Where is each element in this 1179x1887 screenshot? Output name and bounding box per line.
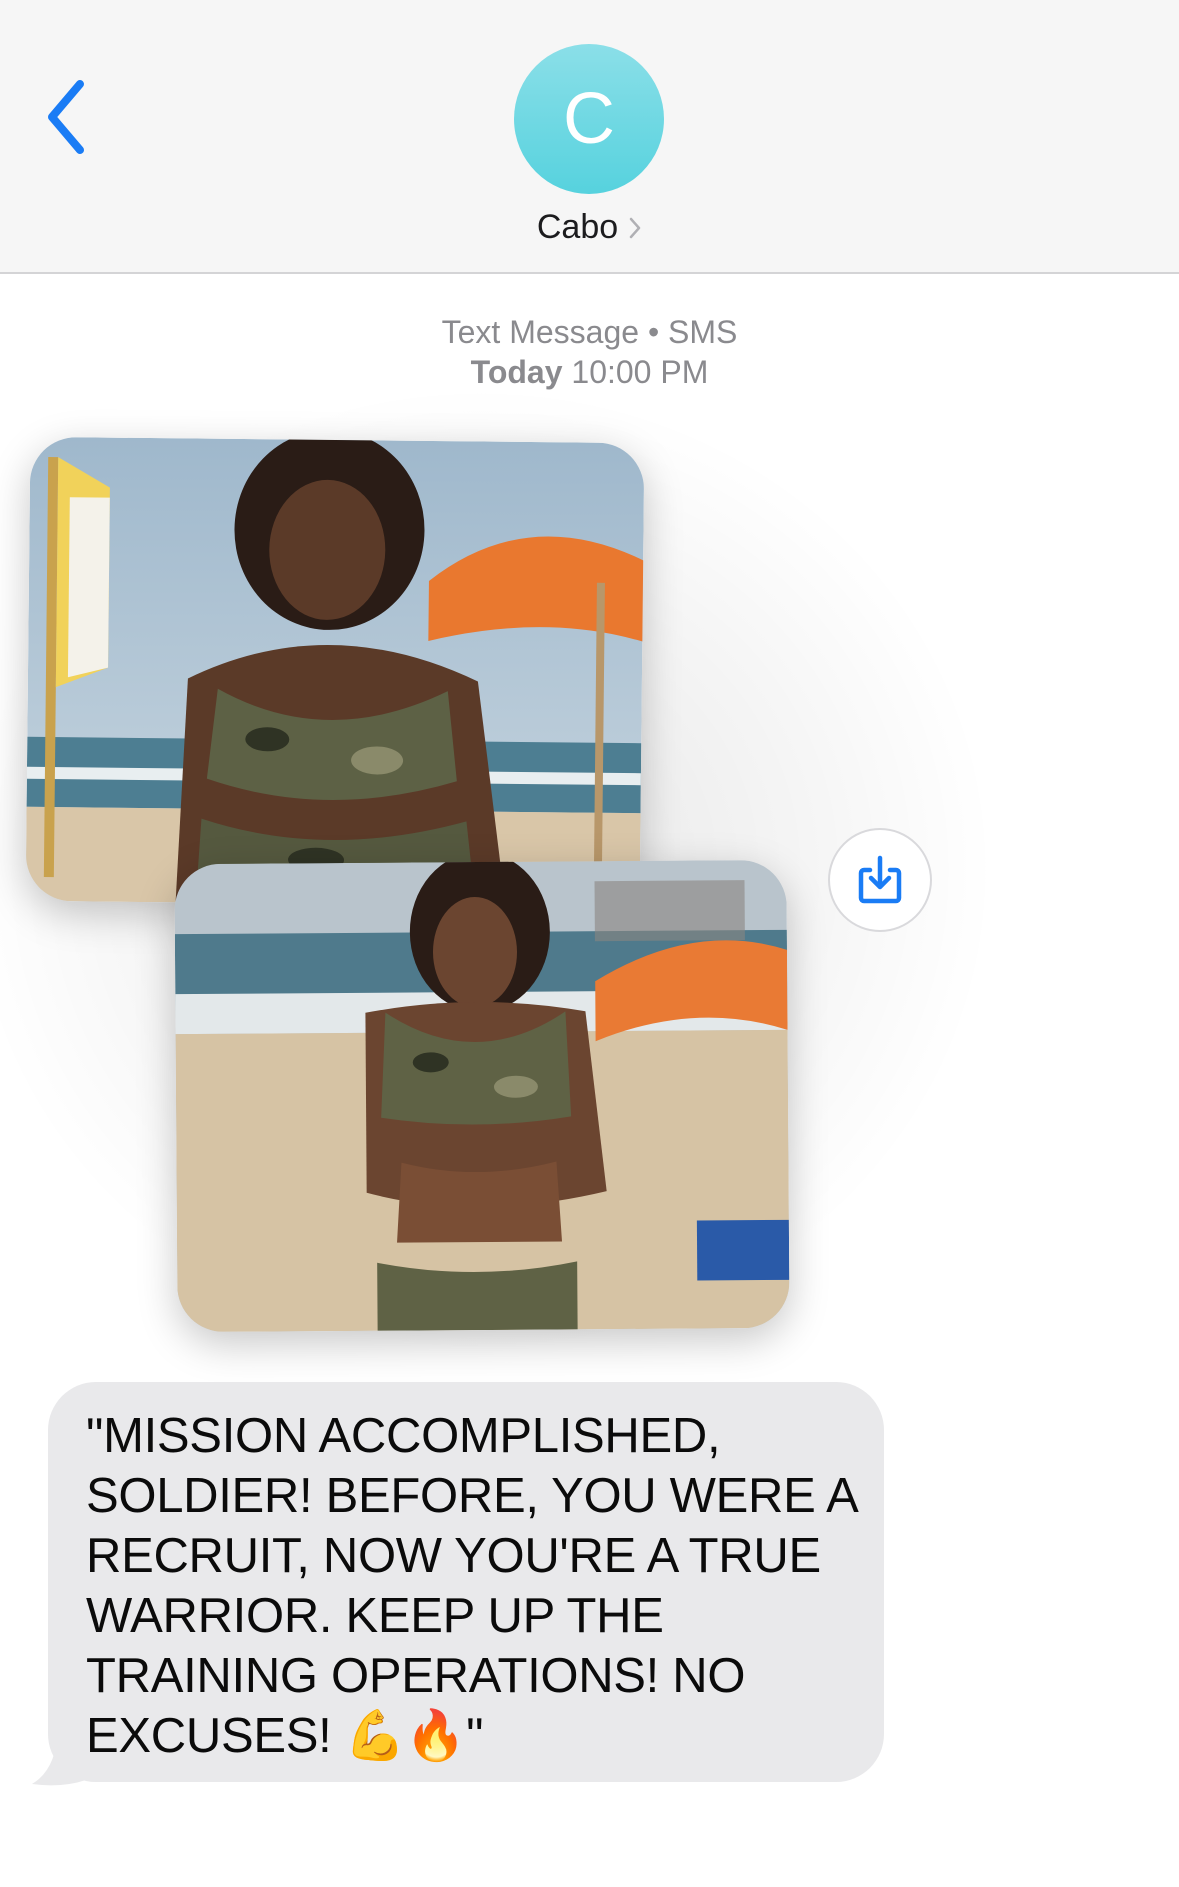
service-label: Text Message • SMS bbox=[441, 314, 738, 350]
avatar-initial: C bbox=[563, 79, 615, 159]
chevron-left-icon bbox=[48, 80, 84, 154]
bubble-tail bbox=[32, 1730, 86, 1786]
contact-avatar[interactable]: C bbox=[514, 44, 664, 194]
photo-after[interactable] bbox=[174, 859, 790, 1333]
contact-name-button[interactable]: Cabo bbox=[0, 208, 1179, 247]
message-text: "MISSION ACCOMPLISHED, SOLDIER! BEFORE, … bbox=[86, 1409, 856, 1763]
conversation-header: C Cabo bbox=[0, 0, 1179, 274]
contact-name: Cabo bbox=[536, 208, 619, 246]
save-button[interactable] bbox=[828, 828, 932, 932]
photo-before[interactable] bbox=[25, 436, 645, 908]
back-button[interactable] bbox=[40, 72, 100, 162]
save-download-icon bbox=[858, 855, 902, 904]
chevron-right-icon bbox=[628, 216, 642, 240]
